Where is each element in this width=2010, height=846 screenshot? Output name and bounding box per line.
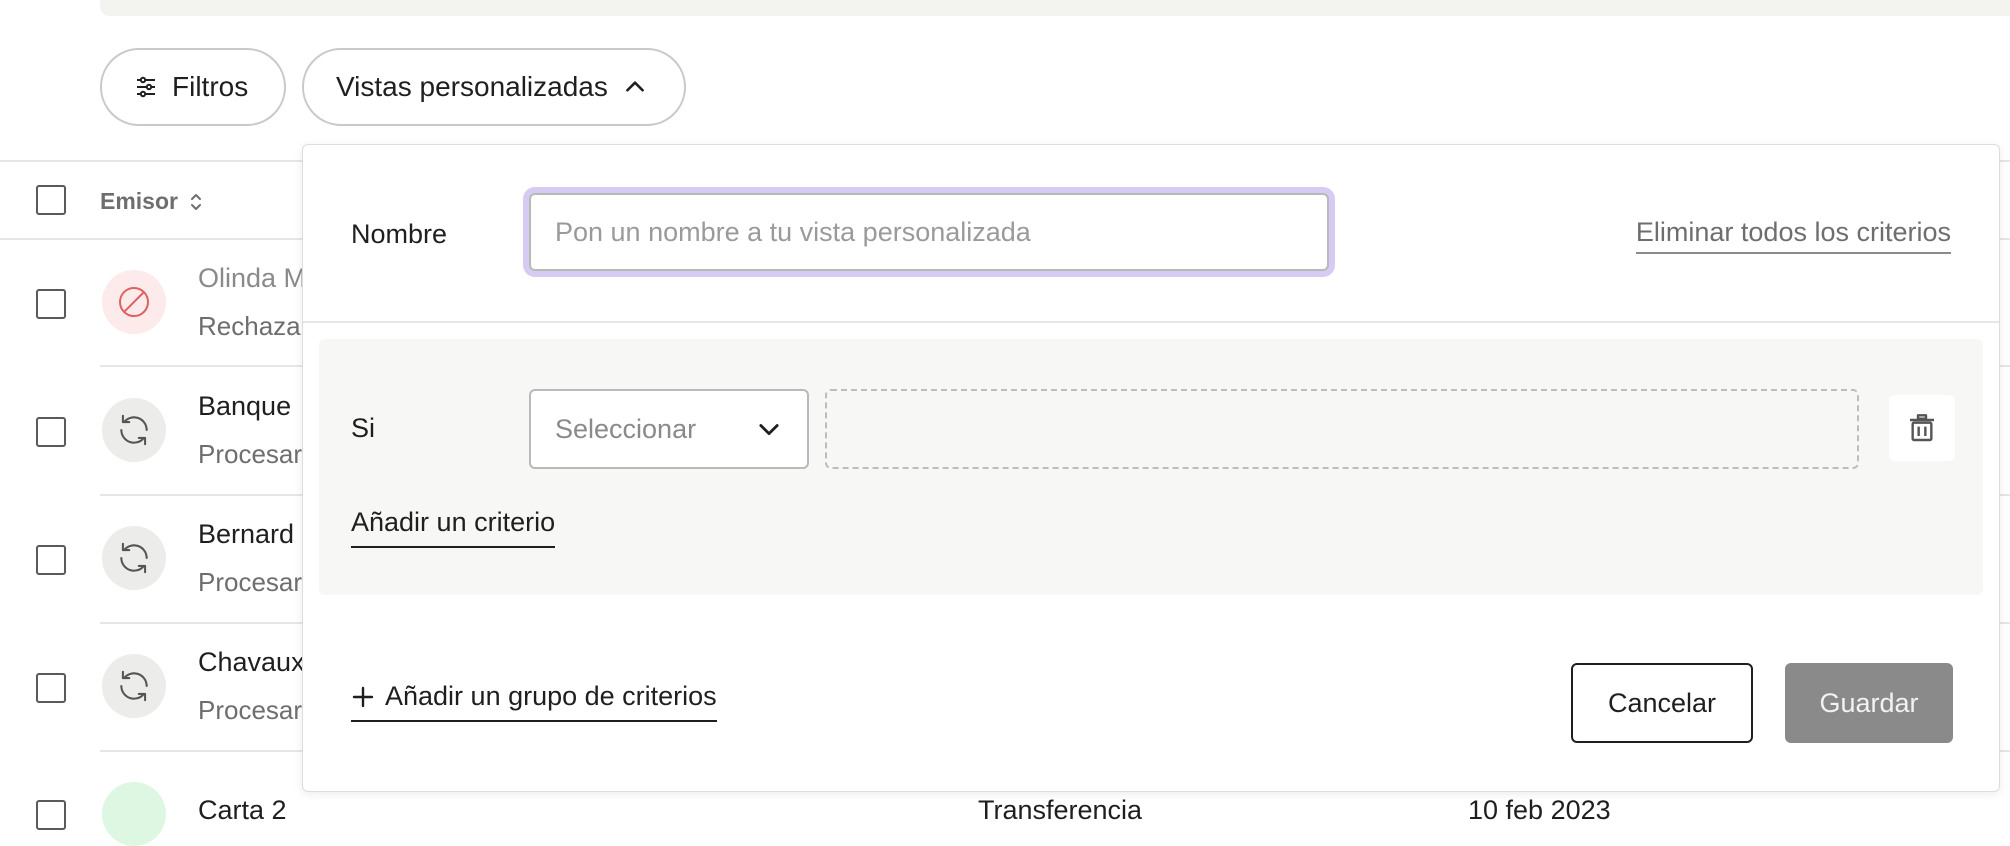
custom-views-button[interactable]: Vistas personalizadas <box>302 48 686 126</box>
refresh-icon <box>120 414 148 446</box>
trash-icon <box>1910 414 1934 442</box>
row-sender-name: Olinda M <box>198 263 307 293</box>
top-bar <box>100 0 2010 16</box>
row-status: Procesar <box>198 695 303 725</box>
row-status: Rechaza <box>198 311 301 341</box>
panel-divider <box>303 321 1999 323</box>
cancel-button[interactable]: Cancelar <box>1571 663 1753 743</box>
row-checkbox[interactable] <box>36 800 66 830</box>
delete-criterion-button[interactable] <box>1889 395 1955 461</box>
row-status: Procesar <box>198 567 303 597</box>
row-sender-name: Bernard <box>198 519 295 549</box>
row-type: Transferencia <box>978 795 1143 825</box>
processing-avatar <box>102 398 166 462</box>
select-all-checkbox[interactable] <box>36 185 66 215</box>
sender-header-label: Emisor <box>100 188 178 214</box>
rejected-avatar <box>102 270 166 334</box>
processing-avatar <box>102 526 166 590</box>
chevron-up-icon <box>625 81 644 92</box>
if-label: Si <box>351 413 376 443</box>
add-criterion-link[interactable]: Añadir un criterio <box>351 507 556 548</box>
add-criteria-group-link[interactable]: Añadir un grupo de criterios <box>351 681 717 722</box>
filters-label: Filtros <box>172 71 249 102</box>
row-checkbox[interactable] <box>36 545 66 575</box>
row-checkbox[interactable] <box>36 673 66 703</box>
custom-views-label: Vistas personalizadas <box>336 71 608 102</box>
row-sender-name: Banque <box>198 391 292 421</box>
blocked-icon <box>119 287 149 317</box>
row-sender-name: Chavaux <box>198 647 305 677</box>
view-name-input[interactable] <box>529 193 1329 271</box>
sender-column-header[interactable]: Emisor <box>100 188 202 215</box>
row-status: Procesar <box>198 439 303 469</box>
sliders-icon <box>137 76 155 98</box>
criterion-value-dropzone[interactable] <box>825 389 1859 469</box>
sort-icon <box>190 193 201 210</box>
plus-icon <box>352 686 374 707</box>
add-group-label: Añadir un grupo de criterios <box>385 681 717 711</box>
processing-avatar <box>102 654 166 718</box>
row-date: 10 feb 2023 <box>1468 795 1611 825</box>
name-label: Nombre <box>351 219 448 249</box>
row-sender-name: Carta 2 <box>198 795 287 825</box>
filters-button[interactable]: Filtros <box>100 48 286 126</box>
save-button[interactable]: Guardar <box>1785 663 1953 743</box>
row-checkbox[interactable] <box>36 417 66 447</box>
chevron-down-icon <box>759 424 779 436</box>
remove-all-criteria-link[interactable]: Eliminar todos los criterios <box>1635 217 1951 254</box>
refresh-icon <box>120 670 148 702</box>
row-checkbox[interactable] <box>36 289 66 319</box>
criterion-field-select[interactable]: Seleccionar <box>529 389 809 469</box>
custom-view-panel: Nombre Eliminar todos los criterios Si S… <box>302 144 2000 792</box>
refresh-icon <box>120 542 148 574</box>
document-avatar <box>102 782 166 846</box>
select-placeholder: Seleccionar <box>555 413 697 444</box>
